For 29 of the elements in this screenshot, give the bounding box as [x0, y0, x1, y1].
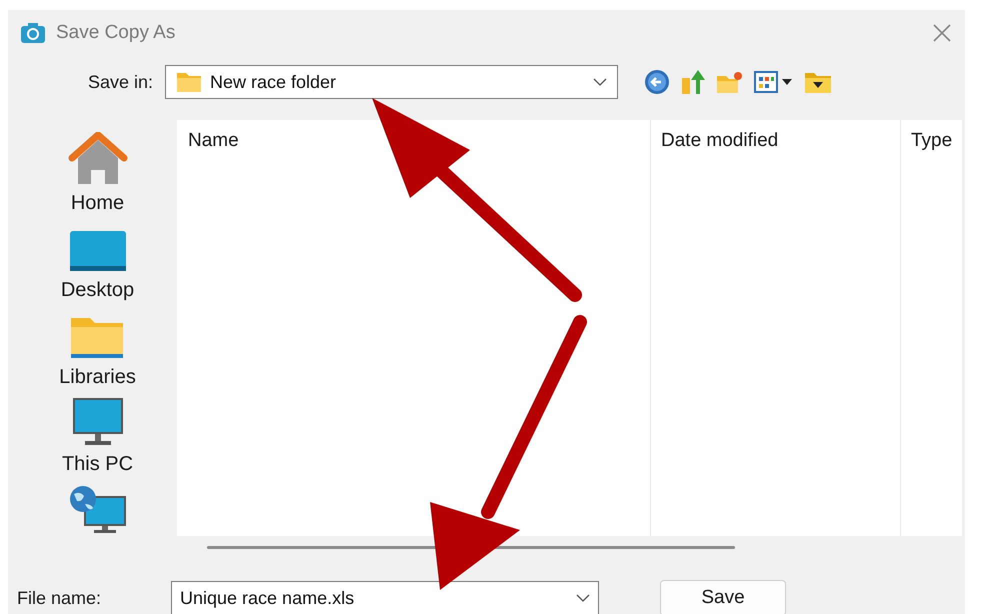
place-label[interactable]: Home [70, 192, 124, 215]
save-in-value: New race folder [210, 72, 338, 92]
back-icon[interactable] [644, 69, 670, 95]
view-menu-icon[interactable] [754, 70, 794, 94]
window-title: Save Copy As [56, 22, 176, 44]
place-label[interactable]: Libraries [59, 366, 136, 389]
monitor-icon [70, 397, 124, 447]
column-header[interactable]: Date modified [650, 130, 900, 152]
folder-icon [176, 71, 202, 93]
file-name-label: File name: [16, 588, 102, 608]
save-in-dropdown[interactable]: New race folder [165, 65, 618, 99]
caret-icon [576, 594, 590, 602]
column-header[interactable]: Name [177, 130, 650, 152]
close-icon[interactable] [933, 24, 951, 42]
file-name-input[interactable]: Unique race name.xls [180, 588, 568, 608]
column-header[interactable]: Type [900, 130, 962, 152]
caret-icon [593, 78, 607, 86]
save-button[interactable]: Save [660, 580, 786, 614]
new-folder-icon[interactable] [716, 70, 744, 94]
home-icon [68, 132, 128, 186]
camera-icon [20, 22, 46, 44]
place-label[interactable]: This PC [62, 453, 134, 476]
network-icon [68, 484, 128, 534]
folder-icon[interactable] [804, 70, 832, 94]
place-label[interactable]: Desktop [60, 279, 134, 302]
up-folder-icon[interactable] [680, 68, 706, 96]
save-in-label: Save in: [86, 72, 154, 92]
desktop-icon [68, 229, 126, 273]
file-name-combo-box[interactable]: Unique race name.xls [171, 581, 599, 614]
